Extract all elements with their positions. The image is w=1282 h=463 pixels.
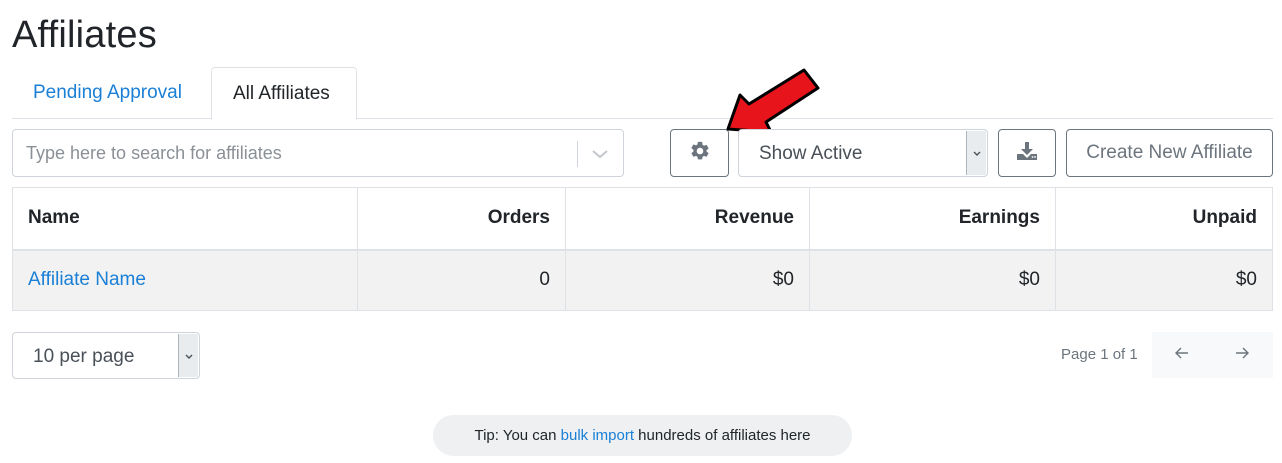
- column-header-name[interactable]: Name: [12, 187, 358, 251]
- page-info: Page 1 of 1: [1061, 346, 1138, 363]
- page-title: Affiliates: [12, 14, 157, 56]
- per-page-value: 10 per page: [33, 346, 135, 367]
- column-header-earnings[interactable]: Earnings: [809, 187, 1056, 251]
- search-input[interactable]: [14, 131, 574, 175]
- prev-page-button[interactable]: [1152, 332, 1212, 378]
- gear-icon: [689, 140, 711, 167]
- column-header-revenue[interactable]: Revenue: [565, 187, 810, 251]
- affiliates-table: Name Orders Revenue Earnings Unpaid Affi…: [12, 187, 1273, 311]
- create-affiliate-button[interactable]: Create New Affiliate: [1066, 129, 1273, 177]
- column-header-orders[interactable]: Orders: [357, 187, 566, 251]
- tip-prefix: Tip: You can: [474, 427, 561, 444]
- affiliate-name-link[interactable]: Affiliate Name: [28, 269, 146, 290]
- next-page-button[interactable]: [1212, 332, 1272, 378]
- cell-revenue: $0: [565, 249, 810, 311]
- arrow-left-icon: [1174, 345, 1190, 366]
- per-page-select[interactable]: 10 per page: [12, 332, 200, 379]
- tip-suffix: hundreds of affiliates here: [634, 427, 811, 444]
- cell-earnings: $0: [809, 249, 1056, 311]
- cell-orders: 0: [357, 249, 566, 311]
- chevron-down-icon[interactable]: [966, 131, 986, 175]
- search-separator: [577, 141, 578, 167]
- download-icon: [1015, 139, 1039, 168]
- chevron-down-icon[interactable]: [178, 334, 198, 377]
- column-header-unpaid[interactable]: Unpaid: [1055, 187, 1273, 251]
- bulk-import-link[interactable]: bulk import: [561, 427, 634, 444]
- status-filter-select[interactable]: Show Active: [738, 129, 988, 177]
- tab-pending-approval[interactable]: Pending Approval: [12, 67, 203, 119]
- tip-banner: Tip: You can bulk import hundreds of aff…: [433, 415, 852, 456]
- download-button[interactable]: [998, 129, 1056, 177]
- table-header-row: Name Orders Revenue Earnings Unpaid: [12, 187, 1273, 251]
- cell-unpaid: $0: [1055, 249, 1273, 311]
- table-row: Affiliate Name 0 $0 $0 $0: [12, 249, 1273, 311]
- tab-all-affiliates[interactable]: All Affiliates: [211, 67, 357, 120]
- cell-name: Affiliate Name: [12, 249, 358, 311]
- chevron-down-icon[interactable]: [588, 142, 612, 166]
- status-filter-value: Show Active: [759, 143, 863, 164]
- pagination-controls: [1152, 332, 1273, 378]
- search-combobox[interactable]: [12, 129, 624, 177]
- arrow-right-icon: [1234, 345, 1250, 366]
- tabs-bar: Pending Approval All Affiliates: [12, 67, 1273, 120]
